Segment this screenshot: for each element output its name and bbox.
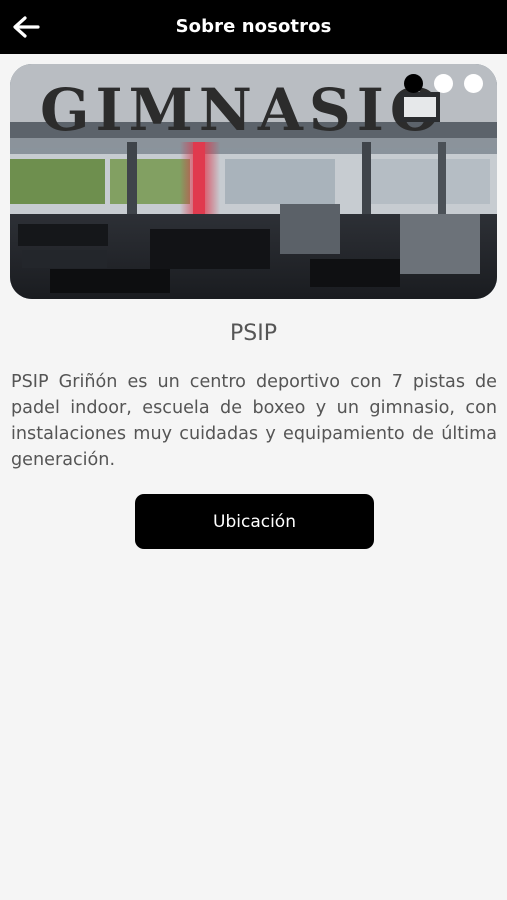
page-title: Sobre nosotros	[175, 16, 332, 37]
carousel-dot-2[interactable]	[434, 74, 453, 93]
carousel-dot-3[interactable]	[464, 74, 483, 93]
center-title: PSIP	[230, 321, 277, 346]
location-button[interactable]: Ubicación	[135, 494, 374, 549]
gym-sign-text: GIMNASIO	[40, 76, 446, 144]
app-header: Sobre nosotros	[0, 0, 507, 54]
carousel-indicators	[404, 74, 483, 93]
gym-photo: GIMNASIO	[10, 64, 497, 299]
image-carousel[interactable]: GIMNASIO	[10, 64, 497, 299]
carousel-dot-1[interactable]	[404, 74, 423, 93]
center-description: PSIP Griñón es un centro deportivo con 7…	[11, 372, 497, 470]
